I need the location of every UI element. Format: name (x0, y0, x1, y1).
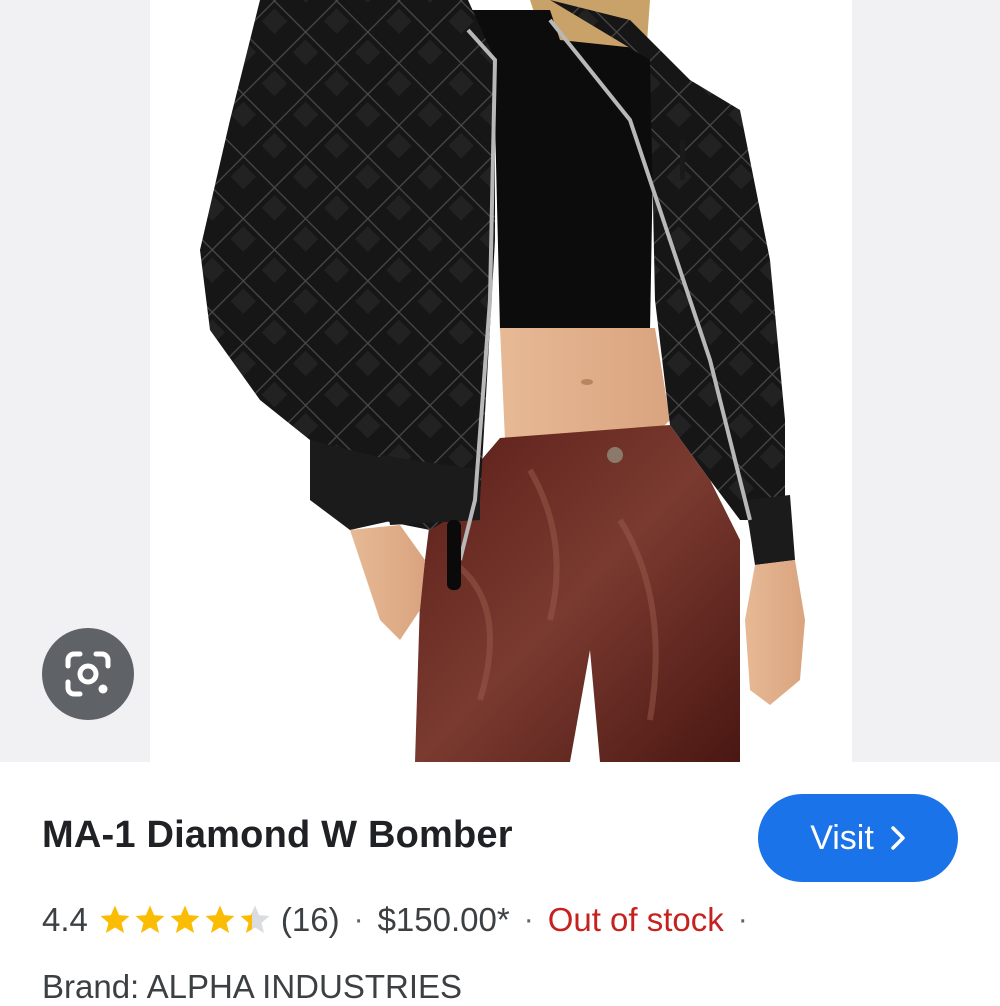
product-title[interactable]: MA-1 Diamond W Bomber (42, 814, 513, 857)
separator: · (523, 903, 534, 936)
chevron-right-icon (890, 825, 906, 851)
brand-name: ALPHA INDUSTRIES (146, 968, 463, 1005)
google-lens-icon (65, 651, 111, 697)
google-lens-button[interactable] (42, 628, 134, 720)
star-icon (205, 905, 235, 934)
separator: · (737, 903, 748, 936)
rating-value: 4.4 (42, 901, 88, 938)
visit-button-label: Visit (810, 818, 874, 857)
star-icon (170, 905, 200, 934)
star-icon (100, 905, 130, 934)
rating-stars (98, 903, 273, 937)
product-photo-illustration (150, 0, 852, 762)
separator: · (353, 903, 364, 936)
product-image-area[interactable] (0, 0, 1000, 762)
product-photo[interactable] (150, 0, 852, 762)
product-meta-row: 4.4 (16) · $150.00* · Out of stock · (42, 896, 762, 944)
product-info-panel: MA-1 Diamond W Bomber Visit 4.4 (16) · $… (0, 762, 1000, 1005)
review-count[interactable]: (16) (281, 901, 340, 939)
star-icon (240, 905, 270, 934)
brand-line: Brand: ALPHA INDUSTRIES (42, 968, 462, 1006)
brand-label: Brand: (42, 968, 140, 1005)
availability-status: Out of stock (547, 901, 724, 938)
price: $150.00* (377, 901, 510, 938)
visit-button[interactable]: Visit (758, 794, 958, 882)
star-icon (135, 905, 165, 934)
